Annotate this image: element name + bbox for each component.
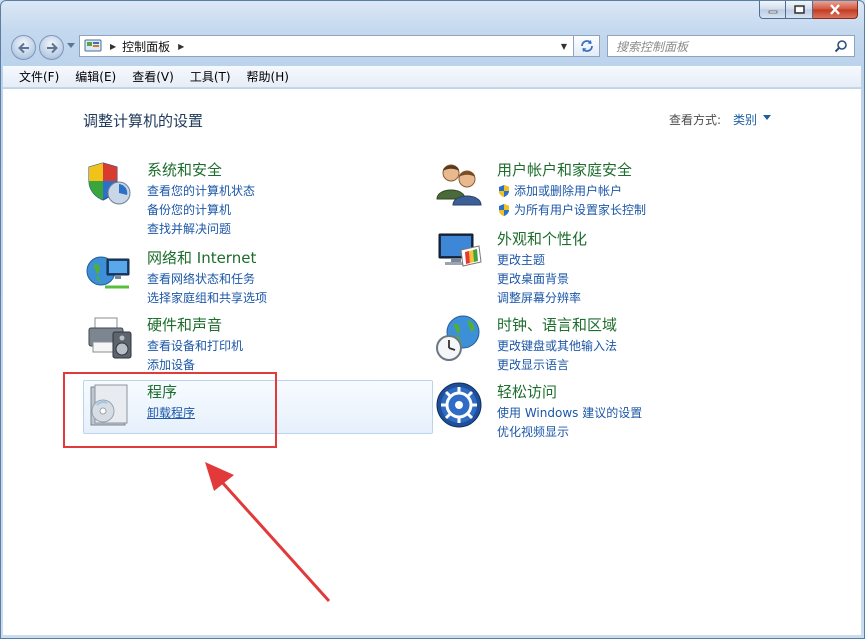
menu-help[interactable]: 帮助(H)	[239, 68, 297, 85]
control-panel-icon	[84, 39, 102, 52]
content-area: 调整计算机的设置 查看方式: 类别 系统和安全 查看您的计算机状态 备份您的计算…	[3, 89, 861, 635]
menu-view[interactable]: 查看(V)	[124, 68, 182, 85]
caption-buttons	[759, 1, 858, 19]
menu-bar: 文件(F) 编辑(E) 查看(V) 工具(T) 帮助(H)	[3, 66, 861, 88]
refresh-icon	[580, 40, 593, 52]
menu-file[interactable]: 文件(F)	[11, 68, 67, 85]
forward-button[interactable]	[39, 35, 64, 60]
refresh-button[interactable]	[574, 35, 600, 57]
breadcrumb-separator-icon[interactable]: ▶	[178, 42, 184, 51]
navigation-bar: ▶ 控制面板 ▶ ▼ 搜索控制面板	[1, 29, 864, 65]
annotation-arrow-icon	[205, 462, 331, 603]
forward-arrow-icon	[46, 42, 58, 53]
maximize-button[interactable]	[786, 1, 813, 19]
menu-tools[interactable]: 工具(T)	[182, 68, 239, 85]
control-panel-window: ▶ 控制面板 ▶ ▼ 搜索控制面板 文件(F) 编辑(E) 查看(V) 工具(T…	[0, 0, 865, 639]
breadcrumb-control-panel[interactable]: 控制面板	[122, 38, 170, 55]
address-history-dropdown-icon[interactable]: ▼	[561, 42, 567, 51]
breadcrumb-separator-icon[interactable]: ▶	[110, 42, 116, 51]
search-icon[interactable]	[834, 39, 848, 53]
search-input[interactable]: 搜索控制面板	[616, 38, 834, 55]
close-button[interactable]	[813, 1, 858, 19]
maximize-icon	[793, 5, 805, 14]
minimize-button[interactable]	[759, 1, 786, 19]
recent-pages-dropdown-icon[interactable]	[67, 43, 75, 49]
menu-edit[interactable]: 编辑(E)	[67, 68, 124, 85]
address-bar[interactable]: ▶ 控制面板 ▶ ▼	[79, 35, 574, 57]
back-button[interactable]	[11, 35, 36, 60]
close-icon	[830, 4, 840, 15]
minimize-icon	[768, 10, 777, 13]
back-arrow-icon	[17, 42, 29, 53]
search-box[interactable]: 搜索控制面板	[607, 35, 855, 57]
